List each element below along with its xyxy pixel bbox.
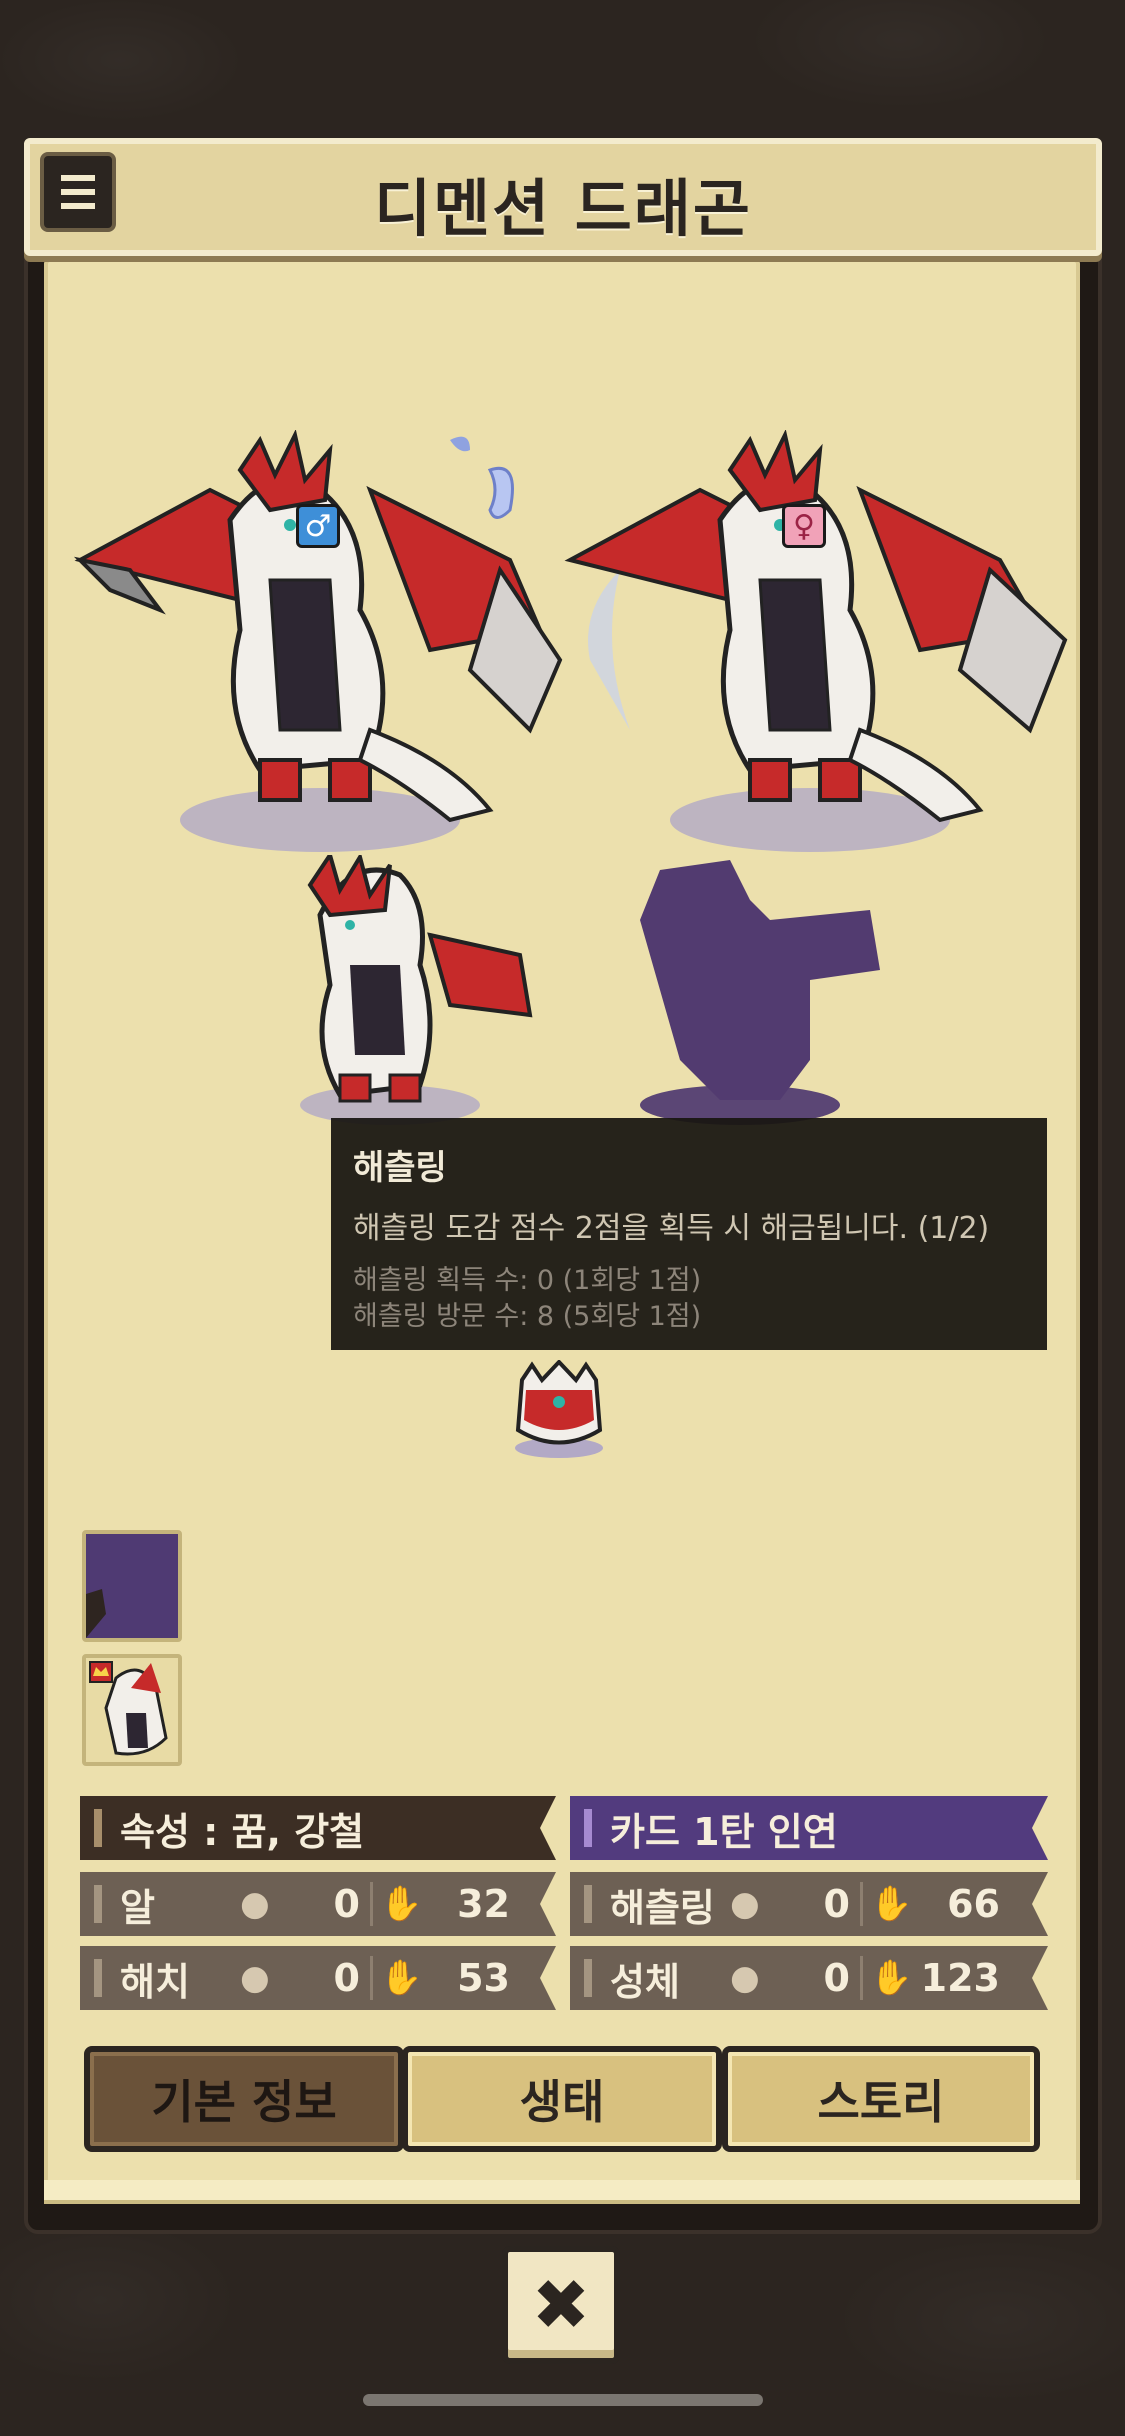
locked-silhouette-sprite[interactable] [620, 860, 890, 1130]
tooltip-acquired-count: 해츨링 획득 수: 0 (1회당 1점) [353, 1265, 702, 1296]
ribbon-tail [520, 1946, 556, 2010]
tooltip-title: 해츨링 [353, 1148, 447, 1188]
egg-count-icon: ● [240, 1884, 270, 1924]
skin-thumbnail-default[interactable] [82, 1654, 182, 1766]
female-icon: ♀ [782, 504, 826, 548]
tooltip-visit-count: 해츨링 방문 수: 8 (5회당 1점) [353, 1301, 702, 1332]
ribbon-tail [1012, 1946, 1048, 2010]
home-indicator[interactable] [363, 2394, 763, 2406]
hand-icon: ✋ [380, 1884, 423, 1924]
page-title: 디멘션 드래곤 [374, 172, 752, 245]
locked-skin-icon [86, 1534, 178, 1638]
tooltip-description: 해츨링 도감 점수 2점을 획득 시 해금됩니다. (1/2) [353, 1211, 990, 1246]
hand-count: 32 [457, 1882, 510, 1926]
attribute-label: 속성 : 꿈, 강철 [120, 1809, 365, 1854]
egg-count: 0 [823, 1882, 850, 1926]
divider [860, 1882, 863, 1926]
tab-story[interactable]: 스토리 [722, 2046, 1040, 2152]
stat-row-adult: 성체 ● 0 ✋ 123 [570, 1946, 1014, 2010]
egg-count-icon: ● [730, 1958, 760, 1998]
ribbon-tail [520, 1872, 556, 1936]
egg-count-icon: ● [240, 1958, 270, 1998]
stat-row-hatchling: 해츨링 ● 0 ✋ 66 [570, 1872, 1014, 1936]
egg-count: 0 [333, 1882, 360, 1926]
egg-count: 0 [333, 1956, 360, 2000]
ribbon-tail [520, 1796, 556, 1860]
hand-icon: ✋ [870, 1884, 913, 1924]
skin-thumbnail-locked[interactable] [82, 1530, 182, 1642]
ribbon-tail [1012, 1796, 1048, 1860]
adult-female-dragon-sprite[interactable] [560, 430, 1080, 860]
tab-ecology[interactable]: 생태 [402, 2046, 722, 2152]
title-bar: 디멘션 드래곤 [24, 138, 1102, 256]
card-label: 카드 1탄 인연 [610, 1809, 838, 1854]
hand-count: 66 [947, 1882, 1000, 1926]
hatchling-dragon-sprite[interactable] [280, 855, 540, 1125]
close-icon: ✖ [531, 2264, 591, 2346]
spirit-wisp [450, 436, 514, 519]
card-ribbon[interactable]: 카드 1탄 인연 [570, 1796, 1014, 1860]
panel-bottom-edge [44, 2180, 1080, 2204]
divider [370, 1956, 373, 2000]
egg-count-icon: ● [730, 1884, 760, 1924]
egg-sprite[interactable] [512, 1360, 606, 1460]
hand-count: 53 [457, 1956, 510, 2000]
hand-icon: ✋ [870, 1958, 913, 1998]
stat-row-egg: 알 ● 0 ✋ 32 [80, 1872, 522, 1936]
hand-icon: ✋ [380, 1958, 423, 1998]
stat-label: 해치 [120, 1959, 190, 2004]
tab-basic-info[interactable]: 기본 정보 [84, 2046, 404, 2152]
stat-row-hatch: 해치 ● 0 ✋ 53 [80, 1946, 522, 2010]
unlock-tooltip: 해츨링 해츨링 도감 점수 2점을 획득 시 해금됩니다. (1/2) 해츨링 … [331, 1118, 1047, 1350]
stat-label: 해츨링 [610, 1885, 715, 1930]
attribute-ribbon: 속성 : 꿈, 강철 [80, 1796, 522, 1860]
divider [370, 1882, 373, 1926]
dragon-skin-icon [86, 1658, 178, 1762]
hand-count: 123 [920, 1956, 1000, 2000]
divider [860, 1956, 863, 2000]
egg-count: 0 [823, 1956, 850, 2000]
ribbon-tail [1012, 1872, 1048, 1936]
stat-label: 성체 [610, 1959, 680, 2004]
stat-label: 알 [120, 1885, 155, 1930]
hamburger-icon [61, 175, 95, 181]
menu-button[interactable] [40, 152, 116, 232]
close-button[interactable]: ✖ [502, 2246, 620, 2364]
male-icon: ♂ [296, 504, 340, 548]
